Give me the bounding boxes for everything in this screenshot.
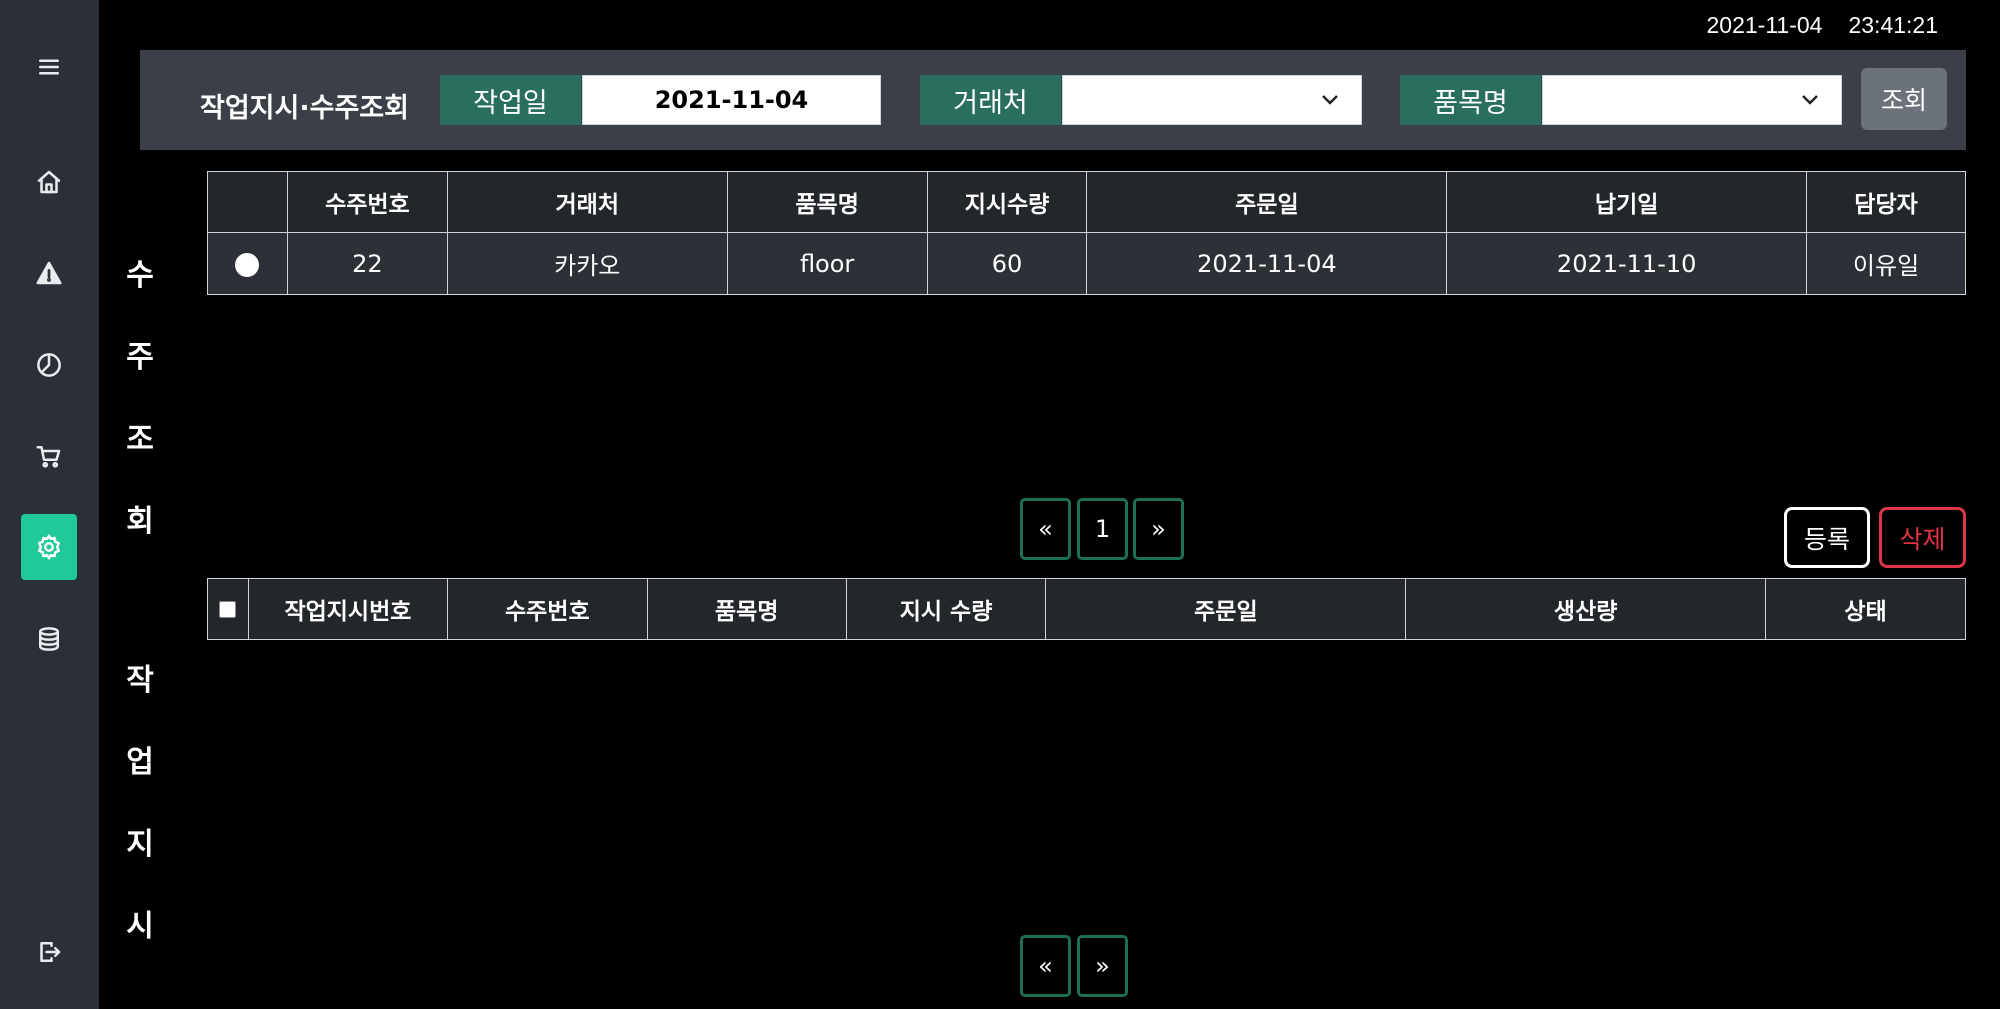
orders-table: 수주번호 거래처 품목명 지시수량 주문일 납기일 담당자 22 카카오 flo… (207, 171, 1966, 295)
gear-icon (38, 534, 60, 560)
pie-chart-icon (37, 353, 61, 377)
column-header: 수주번호 (446, 578, 648, 640)
menu-button[interactable] (21, 34, 77, 100)
column-header: 지시수량 (926, 171, 1088, 233)
orders-prev-page-button[interactable]: « (1020, 498, 1071, 560)
work-prev-page-button[interactable]: « (1020, 935, 1071, 997)
work-next-page-button[interactable]: » (1077, 935, 1128, 997)
clock-time: 23:41:21 (1848, 12, 1938, 38)
due-date-cell: 2021-11-10 (1446, 232, 1808, 295)
order-no-cell: 22 (286, 232, 448, 295)
orders-section-char: 주 (126, 340, 154, 375)
item-cell: floor (726, 232, 928, 295)
sidebar-item-settings[interactable] (21, 514, 77, 580)
sidebar-item-chart[interactable] (21, 332, 77, 398)
sidebar (0, 0, 99, 1009)
column-header: 작업지시번호 (247, 578, 448, 640)
column-header: 거래처 (446, 171, 728, 233)
manager-cell: 이유일 (1806, 232, 1966, 295)
clock: 2021-11-04 23:41:21 (1707, 12, 1938, 39)
work-date-input[interactable]: 2021-11-04 (582, 75, 881, 125)
logout-button[interactable] (21, 919, 77, 985)
orders-section-char: 회 (126, 504, 154, 539)
home-icon (37, 170, 61, 194)
sidebar-item-cart[interactable] (21, 423, 77, 489)
row-select-cell (207, 232, 288, 295)
work-table-header: 작업지시번호 수주번호 품목명 지시 수량 주문일 생산량 상태 (207, 578, 1966, 640)
page-title: 작업지시·수주조회 (200, 93, 409, 124)
work-order-table: 작업지시번호 수주번호 품목명 지시 수량 주문일 생산량 상태 (207, 578, 1966, 640)
work-section-char: 업 (126, 745, 154, 780)
column-header: 품목명 (646, 578, 847, 640)
orders-section-char: 수 (126, 258, 154, 293)
column-header: 품목명 (726, 171, 928, 233)
orders-section-char: 조 (126, 422, 154, 457)
client-cell: 카카오 (446, 232, 728, 295)
item-label: 품목명 (1400, 75, 1541, 125)
sidebar-item-warning[interactable] (21, 240, 77, 306)
warning-icon (36, 261, 62, 285)
chevron-down-icon (1322, 95, 1338, 105)
orders-section-label: 수 주 조 회 (124, 250, 156, 578)
orders-table-header: 수주번호 거래처 품목명 지시수량 주문일 납기일 담당자 (207, 171, 1966, 233)
orders-next-page-button[interactable]: » (1133, 498, 1184, 560)
logout-icon (40, 942, 61, 962)
work-section-char: 작 (126, 663, 154, 698)
orders-page-1-button[interactable]: 1 (1077, 498, 1128, 560)
sidebar-item-home[interactable] (21, 149, 77, 215)
menu-icon (39, 59, 59, 75)
column-header: 생산량 (1405, 578, 1767, 640)
table-row[interactable]: 22 카카오 floor 60 2021-11-04 2021-11-10 이유… (207, 232, 1966, 295)
client-label: 거래처 (920, 75, 1061, 125)
column-header: 상태 (1765, 578, 1966, 640)
work-section-label: 작 업 지 시 (124, 655, 156, 983)
row-radio[interactable] (235, 252, 260, 277)
clock-date: 2021-11-04 (1706, 12, 1823, 38)
work-section-char: 시 (126, 909, 154, 944)
order-date-cell: 2021-11-04 (1086, 232, 1448, 295)
column-header: 지시 수량 (845, 578, 1047, 640)
column-header: 주문일 (1086, 171, 1448, 233)
client-select[interactable] (1062, 75, 1362, 125)
item-select[interactable] (1542, 75, 1842, 125)
chevron-down-icon (1802, 95, 1818, 105)
column-header: 납기일 (1446, 171, 1808, 233)
register-button[interactable]: 등록 (1784, 507, 1870, 568)
work-date-label: 작업일 (440, 75, 581, 125)
column-header: 수주번호 (286, 171, 448, 233)
work-section-char: 지 (126, 827, 154, 862)
search-button[interactable]: 조회 (1861, 68, 1947, 130)
column-header: 주문일 (1045, 578, 1407, 640)
column-header (207, 171, 288, 233)
select-all-checkbox[interactable] (219, 601, 237, 618)
column-header: 담당자 (1806, 171, 1966, 233)
delete-button[interactable]: 삭제 (1879, 507, 1966, 568)
database-icon (39, 627, 59, 651)
cart-icon (36, 446, 61, 468)
qty-cell: 60 (926, 232, 1088, 295)
sidebar-item-database[interactable] (21, 606, 77, 672)
select-all-cell (207, 578, 249, 640)
